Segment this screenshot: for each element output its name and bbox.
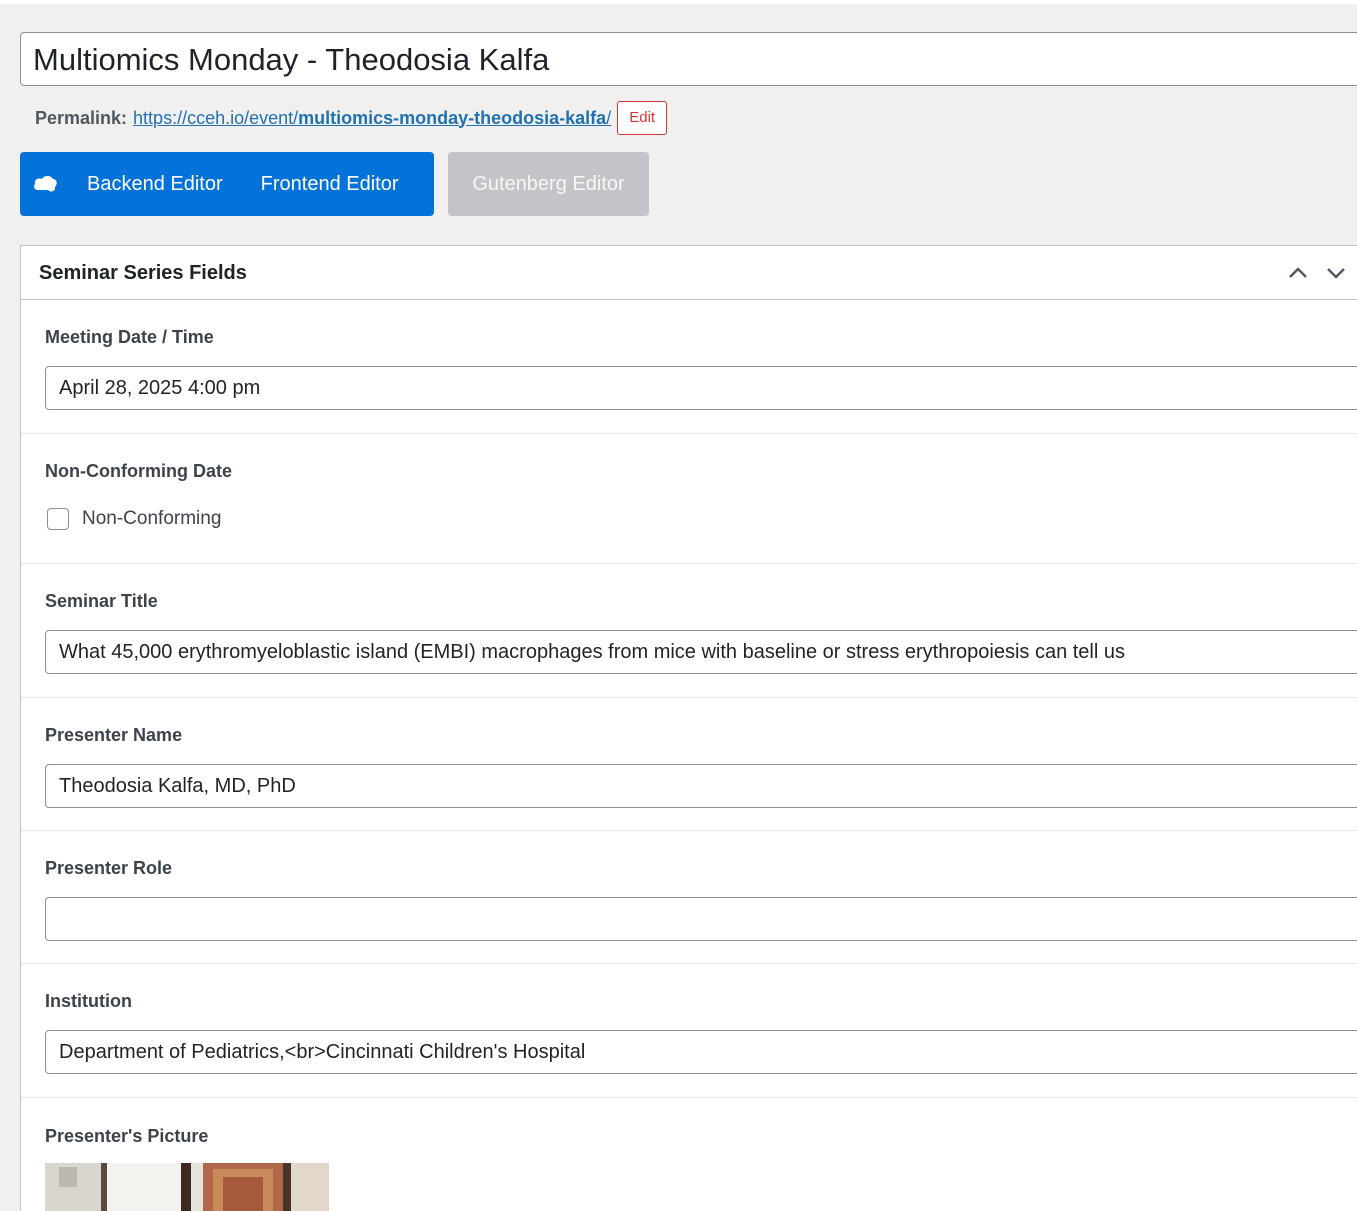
field-presenter-role: Presenter Role	[21, 831, 1357, 964]
permalink-label: Permalink:	[35, 107, 128, 128]
field-label: Presenter Name	[45, 725, 183, 745]
field-presenter-name: Presenter Name Theodosia Kalfa, MD, PhD	[21, 698, 1357, 831]
seminar-title-input[interactable]: What 45,000 erythromyeloblastic island (…	[45, 630, 1357, 674]
non-conforming-option[interactable]: Non-Conforming	[47, 508, 221, 530]
field-non-conforming-date: Non-Conforming Date Non-Conforming	[21, 434, 1357, 564]
presenter-role-input[interactable]	[45, 897, 1357, 941]
non-conforming-checkbox-label: Non-Conforming	[82, 508, 222, 529]
backend-editor-button[interactable]: Backend Editor	[87, 173, 223, 196]
non-conforming-checkbox[interactable]	[47, 508, 69, 530]
field-institution: Institution Department of Pediatrics,<br…	[21, 964, 1357, 1098]
permalink-base: https://cceh.io/event/	[133, 107, 299, 128]
wpbakery-cloud-icon	[34, 176, 57, 192]
metabox-header: Seminar Series Fields	[21, 246, 1357, 300]
institution-input[interactable]: Department of Pediatrics,<br>Cincinnati …	[45, 1030, 1357, 1074]
presenter-name-input[interactable]: Theodosia Kalfa, MD, PhD	[45, 764, 1357, 808]
field-label: Non-Conforming Date	[45, 461, 232, 481]
permalink-link[interactable]: https://cceh.io/event/multiomics-monday-…	[133, 108, 611, 129]
permalink-trailing: /	[606, 107, 612, 128]
field-meeting-date: Meeting Date / Time April 28, 2025 4:00 …	[21, 300, 1357, 434]
edit-post-screen: Multiomics Monday - Theodosia Kalfa Perm…	[0, 0, 1357, 1211]
field-label: Meeting Date / Time	[45, 327, 214, 347]
permalink-row: Permalink: https://cceh.io/event/multiom…	[35, 100, 668, 136]
presenter-picture-label: Presenter's Picture	[45, 1126, 209, 1146]
top-strip	[0, 0, 1357, 4]
gutenberg-editor-button[interactable]: Gutenberg Editor	[448, 152, 649, 216]
field-label: Presenter Role	[45, 858, 173, 878]
permalink-edit-button[interactable]: Edit	[617, 101, 668, 135]
seminar-series-metabox: Seminar Series Fields Meeting Date / Tim…	[20, 245, 1357, 1211]
metabox-title: Seminar Series Fields	[39, 262, 247, 284]
field-seminar-title: Seminar Title What 45,000 erythromyelobl…	[21, 564, 1357, 698]
presenter-picture-thumbnail[interactable]	[45, 1163, 329, 1211]
permalink-slug: multiomics-monday-theodosia-kalfa	[298, 107, 607, 128]
editor-switch-bar: Backend Editor Frontend Editor	[20, 152, 434, 216]
meeting-date-input[interactable]: April 28, 2025 4:00 pm	[45, 366, 1357, 410]
frontend-editor-button[interactable]: Frontend Editor	[261, 173, 399, 196]
post-title-input[interactable]: Multiomics Monday - Theodosia Kalfa	[20, 32, 1357, 86]
field-label: Institution	[45, 991, 132, 1011]
chevron-up-icon[interactable]	[1287, 262, 1309, 284]
chevron-down-icon[interactable]	[1325, 262, 1347, 284]
field-label: Seminar Title	[45, 591, 158, 611]
